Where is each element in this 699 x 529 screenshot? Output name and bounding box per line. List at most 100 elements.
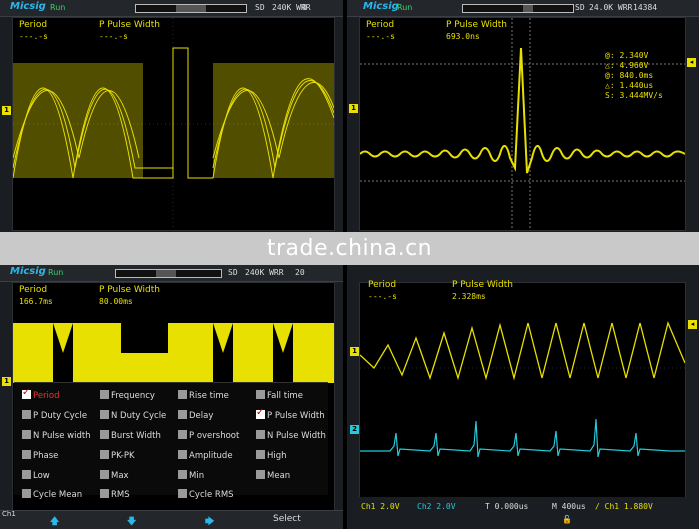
menu-item-p-duty-cycle[interactable]: P Duty Cycle bbox=[22, 410, 87, 421]
channel-status-bar: Ch1 2.0V Ch2 2.0V T 0.000us M 400us / Ch… bbox=[347, 497, 699, 529]
memory-depth: 24.0K WRR bbox=[589, 3, 633, 12]
checkbox-checked-icon[interactable] bbox=[256, 407, 265, 419]
measure-2-value: 80.00ms bbox=[99, 297, 133, 306]
menu-item-mean[interactable]: Mean bbox=[256, 470, 290, 481]
checkbox-icon[interactable] bbox=[100, 470, 109, 479]
menu-item-label: RMS bbox=[111, 490, 130, 500]
menu-item-period[interactable]: Period bbox=[22, 387, 60, 401]
menu-item-label: PK-PK bbox=[111, 451, 135, 461]
select-button[interactable]: Select bbox=[273, 514, 301, 524]
memory-position-bar[interactable] bbox=[462, 4, 574, 13]
menu-item-label: P overshoot bbox=[189, 431, 240, 441]
checkbox-icon[interactable] bbox=[100, 430, 109, 439]
ch1-level-marker[interactable]: 1 bbox=[350, 347, 359, 356]
measure-1-label: Period bbox=[19, 285, 48, 295]
ch2-level-marker[interactable]: 2 bbox=[350, 425, 359, 434]
checkbox-checked-icon[interactable] bbox=[22, 387, 31, 399]
status-bar: Micsig Run SD 240K WRR 20 bbox=[0, 265, 343, 282]
menu-item-delay[interactable]: Delay bbox=[178, 410, 213, 421]
down-arrow-icon[interactable]: 🡇 bbox=[127, 514, 136, 529]
menu-item-fall-time[interactable]: Fall time bbox=[256, 390, 303, 401]
measurement-select-menu: Period Frequency Rise time Fall time P D… bbox=[14, 382, 328, 495]
menu-item-low[interactable]: Low bbox=[22, 470, 50, 481]
menu-item-high[interactable]: High bbox=[256, 450, 287, 461]
menu-item-label: Cycle RMS bbox=[189, 490, 234, 500]
measure-1-label: Period bbox=[368, 280, 397, 290]
memory-position-bar[interactable] bbox=[135, 4, 247, 13]
menu-item-min[interactable]: Min bbox=[178, 470, 204, 481]
softkey-bar: Ch1 🡅 🡇 🡆 Select bbox=[0, 510, 343, 529]
checkbox-icon[interactable] bbox=[22, 450, 31, 459]
trigger-level[interactable]: / Ch1 1.880V bbox=[595, 502, 653, 511]
checkbox-icon[interactable] bbox=[256, 430, 265, 439]
menu-item-rms[interactable]: RMS bbox=[100, 489, 130, 500]
lock-icon[interactable]: 🔓 bbox=[562, 515, 572, 524]
menu-item-amplitude[interactable]: Amplitude bbox=[178, 450, 233, 461]
checkbox-icon[interactable] bbox=[100, 410, 109, 419]
checkbox-icon[interactable] bbox=[178, 410, 187, 419]
menu-item-cycle-mean[interactable]: Cycle Mean bbox=[22, 489, 82, 500]
menu-item-phase[interactable]: Phase bbox=[22, 450, 58, 461]
waveform-screen[interactable]: Period ---.-s P Pulse Width 693.0ns @: 2… bbox=[359, 17, 686, 231]
micsig-logo: Micsig bbox=[10, 1, 46, 12]
menu-item-n-pulse-width[interactable]: N Pulse width bbox=[22, 430, 91, 441]
ch2-scale[interactable]: Ch2 2.0V bbox=[417, 502, 456, 511]
right-arrow-icon[interactable]: 🡆 bbox=[205, 514, 214, 529]
checkbox-icon[interactable] bbox=[100, 450, 109, 459]
checkbox-icon[interactable] bbox=[100, 489, 109, 498]
menu-item-n-pulse-width-2[interactable]: N Pulse Width bbox=[256, 430, 326, 441]
trigger-level-marker[interactable]: ◂ bbox=[688, 320, 697, 329]
checkbox-icon[interactable] bbox=[22, 410, 31, 419]
measure-2-label: P Pulse Width bbox=[99, 20, 160, 30]
checkbox-icon[interactable] bbox=[178, 450, 187, 459]
menu-item-pk-pk[interactable]: PK-PK bbox=[100, 450, 135, 461]
run-status[interactable]: Run bbox=[397, 3, 412, 12]
waveform-trace bbox=[359, 320, 686, 458]
status-bar: Micsig Run SD 240K WRR 0 bbox=[0, 0, 343, 17]
checkbox-icon[interactable] bbox=[256, 450, 265, 459]
checkbox-icon[interactable] bbox=[22, 489, 31, 498]
waveform-trace bbox=[12, 18, 335, 230]
micsig-logo: Micsig bbox=[10, 266, 46, 277]
waveform-screen[interactable]: Period ---.-s P Pulse Width ---.-s bbox=[12, 17, 335, 231]
menu-item-p-overshoot[interactable]: P overshoot bbox=[178, 430, 239, 441]
sd-indicator: SD bbox=[255, 3, 265, 12]
checkbox-icon[interactable] bbox=[22, 470, 31, 479]
timebase[interactable]: M 400us bbox=[552, 502, 586, 511]
sd-indicator: SD bbox=[575, 3, 585, 12]
ch1-level-marker[interactable]: 1 bbox=[2, 377, 11, 386]
measure-1-value: ---.-s bbox=[366, 32, 395, 41]
checkbox-icon[interactable] bbox=[100, 390, 109, 399]
up-arrow-icon[interactable]: 🡅 bbox=[50, 514, 59, 529]
trigger-position[interactable]: T 0.000us bbox=[485, 502, 528, 511]
cursor-line: △: 1.440us bbox=[605, 81, 654, 90]
checkbox-icon[interactable] bbox=[178, 470, 187, 479]
menu-item-label: Max bbox=[111, 471, 129, 481]
memory-position-bar[interactable] bbox=[115, 269, 222, 278]
checkbox-icon[interactable] bbox=[256, 390, 265, 399]
checkbox-icon[interactable] bbox=[178, 390, 187, 399]
checkbox-icon[interactable] bbox=[22, 430, 31, 439]
checkbox-icon[interactable] bbox=[256, 470, 265, 479]
menu-item-cycle-rms[interactable]: Cycle RMS bbox=[178, 489, 234, 500]
checkbox-icon[interactable] bbox=[178, 430, 187, 439]
run-status[interactable]: Run bbox=[50, 3, 65, 12]
measure-1-label: Period bbox=[19, 20, 48, 30]
menu-item-p-pulse-width[interactable]: P Pulse Width bbox=[256, 407, 325, 421]
measure-2-label: P Pulse Width bbox=[446, 20, 507, 30]
ch1-level-marker[interactable]: 1 bbox=[2, 106, 11, 115]
menu-item-burst-width[interactable]: Burst Width bbox=[100, 430, 161, 441]
menu-item-max[interactable]: Max bbox=[100, 470, 129, 481]
trigger-level-marker[interactable]: ◂ bbox=[687, 58, 696, 67]
menu-item-label: High bbox=[267, 451, 287, 461]
checkbox-icon[interactable] bbox=[178, 489, 187, 498]
menu-item-n-duty-cycle[interactable]: N Duty Cycle bbox=[100, 410, 166, 421]
scope-panel-4: Period ---.-s P Pulse Width 2.328ms 1 2 … bbox=[347, 265, 699, 529]
menu-item-rise-time[interactable]: Rise time bbox=[178, 390, 229, 401]
run-status[interactable]: Run bbox=[48, 268, 63, 277]
waveform-screen[interactable]: Period ---.-s P Pulse Width 2.328ms bbox=[359, 280, 686, 499]
ch1-scale[interactable]: Ch1 2.0V bbox=[361, 502, 400, 511]
ch1-level-marker[interactable]: 1 bbox=[349, 104, 358, 113]
cursor-line: @: 2.340V bbox=[605, 51, 649, 60]
menu-item-frequency[interactable]: Frequency bbox=[100, 390, 155, 401]
